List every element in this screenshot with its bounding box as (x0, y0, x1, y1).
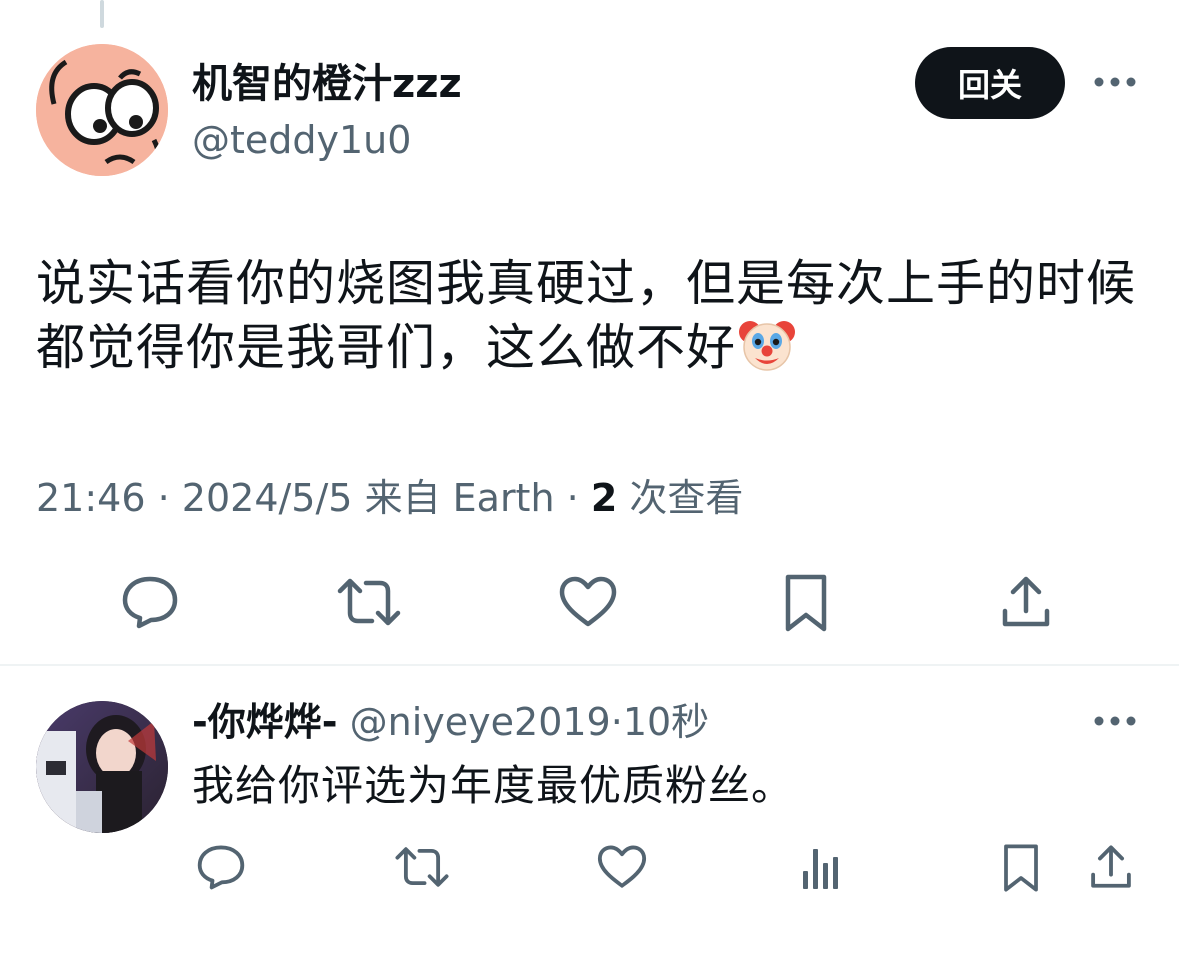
more-icon (1094, 716, 1136, 726)
tweet-meta: 21:46 · 2024/5/5 来自 Earth · 2 次查看 (36, 472, 743, 524)
follow-back-button[interactable]: 回关 (915, 47, 1065, 119)
tweet-source: 来自 Earth (364, 476, 555, 520)
retweet-icon (336, 575, 402, 629)
reply-more-options-button[interactable] (1088, 706, 1142, 736)
more-icon (1094, 77, 1136, 87)
author-handle[interactable]: @teddy1u0 (192, 116, 411, 164)
reply-handle[interactable]: @niyeye2019 (350, 700, 611, 744)
share-button[interactable] (994, 570, 1058, 634)
reply-bookmark-button[interactable] (996, 840, 1046, 896)
meta-separator: · (566, 476, 579, 520)
like-icon (596, 844, 648, 890)
share-icon (1088, 844, 1134, 890)
like-button[interactable] (553, 570, 623, 634)
tweet-detail-page: 机智的橙汁zzz @teddy1u0 回关 说实话看你的烧图我真硬过，但是每次上… (0, 0, 1179, 955)
retweet-button[interactable] (333, 570, 405, 634)
reply-button[interactable] (115, 570, 185, 634)
meta-separator: · (157, 476, 170, 520)
tweet-text-content: 说实话看你的烧图我真硬过，但是每次上手的时候都觉得你是我哥们，这么做不好 (36, 255, 1137, 376)
more-options-button[interactable] (1088, 67, 1142, 97)
reply-header: -你烨烨- @niyeye2019·10秒 (192, 696, 709, 748)
author-display-name[interactable]: 机智的橙汁zzz (192, 58, 462, 110)
reply-separator: · (610, 700, 623, 744)
reply-like-button[interactable] (593, 840, 651, 894)
reply-reply-button[interactable] (192, 840, 250, 894)
thread-connector-line (100, 0, 104, 28)
share-icon (999, 575, 1053, 629)
views-icon (801, 845, 841, 889)
tweet-date[interactable]: 2024/5/5 (182, 476, 353, 520)
reply-retweet-button[interactable] (392, 840, 452, 894)
bookmark-icon (782, 573, 830, 633)
reply-time[interactable]: 10秒 (623, 700, 709, 744)
clown-face-icon (738, 316, 796, 374)
reply-author-avatar[interactable] (36, 701, 168, 833)
view-count[interactable]: 2 (591, 476, 617, 520)
retweet-icon (394, 844, 450, 890)
tweet-text: 说实话看你的烧图我真硬过，但是每次上手的时候都觉得你是我哥们，这么做不好 (36, 252, 1136, 380)
bookmark-button[interactable] (775, 570, 837, 636)
reply-display-name[interactable]: -你烨烨- (192, 700, 338, 744)
reply-text: 我给你评选为年度最优质粉丝。 (192, 761, 795, 810)
bookmark-icon (1001, 843, 1041, 893)
reply-share-button[interactable] (1084, 840, 1138, 894)
reply-icon (121, 575, 179, 629)
view-label[interactable]: 次查看 (629, 476, 743, 520)
tweet-time[interactable]: 21:46 (36, 476, 146, 520)
divider (0, 664, 1179, 666)
reply-views-button[interactable] (795, 840, 847, 894)
reply-icon (196, 844, 246, 890)
author-avatar[interactable] (36, 44, 168, 176)
like-icon (558, 575, 618, 629)
